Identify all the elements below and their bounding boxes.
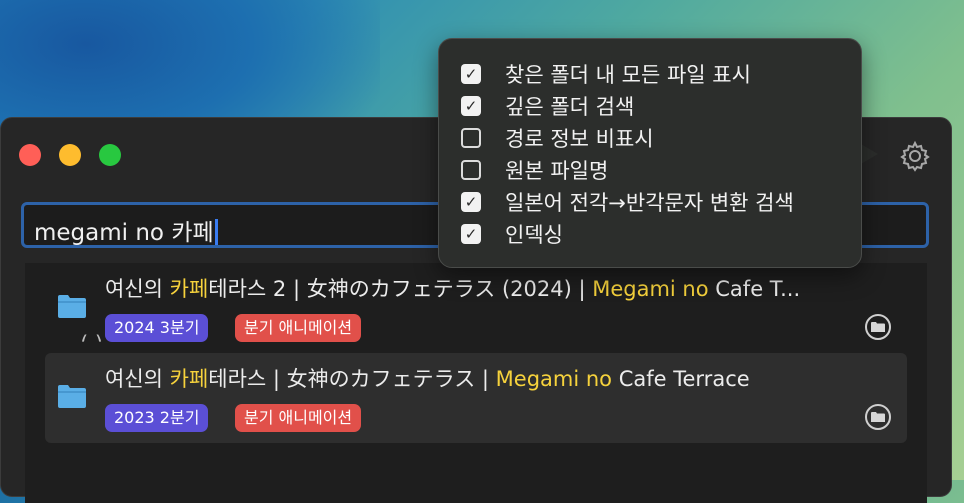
- option-show-all-files[interactable]: ✓ 찾은 폴더 내 모든 파일 표시: [461, 59, 751, 89]
- option-original-filename[interactable]: 원본 파일명: [461, 155, 608, 185]
- checkbox-unchecked[interactable]: [461, 160, 481, 180]
- option-label: 경로 정보 비표시: [505, 127, 654, 151]
- option-japanese-width-conversion[interactable]: ✓ 일본어 전각→반각문자 변환 검색: [461, 187, 794, 217]
- result-title: 여신의 카페테라스 2 | 女神のカフェテラス (2024) | Megami …: [105, 277, 801, 301]
- close-window-button[interactable]: [19, 144, 41, 166]
- checkbox-unchecked[interactable]: [461, 128, 481, 148]
- option-label: 일본어 전각→반각문자 변환 검색: [505, 191, 794, 215]
- text-cursor: [214, 219, 218, 245]
- result-row-selected[interactable]: 여신의 카페테라스 | 女神のカフェテラス | Megami no Cafe T…: [45, 353, 907, 443]
- checkmark-icon: ✓: [464, 96, 478, 115]
- option-label: 찾은 폴더 내 모든 파일 표시: [505, 63, 751, 87]
- checkbox-checked[interactable]: ✓: [461, 96, 481, 116]
- open-folder-icon[interactable]: [865, 404, 891, 430]
- results-list: 여신의 카페테라스 2 | 女神のカフェテラス (2024) | Megami …: [25, 263, 927, 503]
- open-folder-icon[interactable]: [865, 314, 891, 340]
- folder-icon: [57, 383, 87, 409]
- settings-popover: ✓ 찾은 폴더 내 모든 파일 표시 ✓ 깊은 폴더 검색 경로 정보 비표시 …: [438, 38, 862, 268]
- search-input-value: megami no 카페: [34, 213, 218, 247]
- option-label: 인덱싱: [505, 223, 563, 247]
- gear-icon[interactable]: [899, 140, 931, 172]
- checkbox-checked[interactable]: ✓: [461, 224, 481, 244]
- option-indexing[interactable]: ✓ 인덱싱: [461, 219, 563, 249]
- folder-icon: [57, 293, 87, 319]
- checkmark-icon: ✓: [464, 224, 478, 243]
- option-label: 원본 파일명: [505, 159, 609, 183]
- season-tag[interactable]: 2024 3분기: [105, 314, 209, 342]
- result-row[interactable]: 여신의 카페테라스 2 | 女神のカフェテラス (2024) | Megami …: [45, 263, 907, 353]
- checkmark-icon: ✓: [464, 192, 478, 211]
- option-hide-path-info[interactable]: 경로 정보 비표시: [461, 123, 654, 153]
- zoom-window-button[interactable]: [99, 144, 121, 166]
- season-tag[interactable]: 2023 2분기: [105, 404, 209, 432]
- checkbox-checked[interactable]: ✓: [461, 192, 481, 212]
- option-label: 깊은 폴더 검색: [505, 95, 635, 119]
- option-deep-folder-search[interactable]: ✓ 깊은 폴더 검색: [461, 91, 634, 121]
- checkmark-icon: ✓: [464, 64, 478, 83]
- checkbox-checked[interactable]: ✓: [461, 64, 481, 84]
- category-tag[interactable]: 분기 애니메이션: [235, 404, 362, 432]
- result-title: 여신의 카페테라스 | 女神のカフェテラス | Megami no Cafe T…: [105, 367, 750, 391]
- category-tag[interactable]: 분기 애니메이션: [235, 314, 362, 342]
- minimize-window-button[interactable]: [59, 144, 81, 166]
